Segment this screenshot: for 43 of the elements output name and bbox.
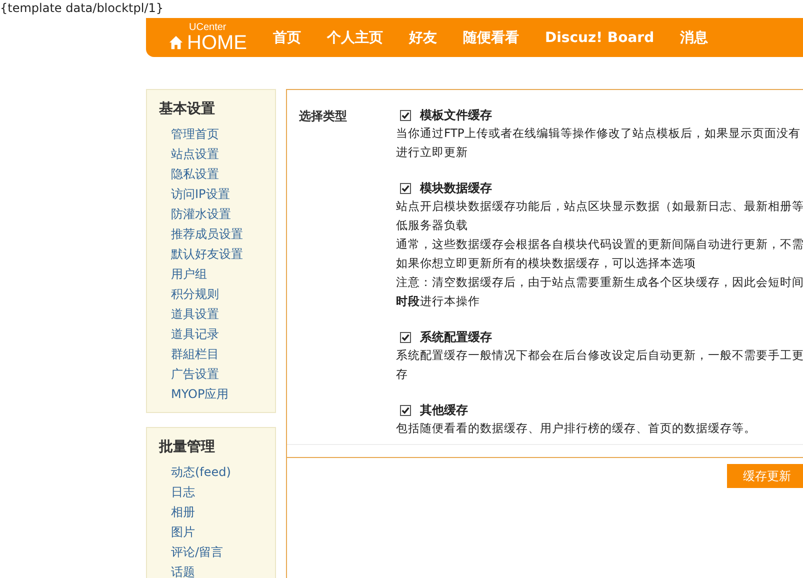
sidebar-link[interactable]: 评论/留言 bbox=[171, 542, 224, 562]
sidebar-link[interactable]: 道具记录 bbox=[171, 324, 219, 344]
option-title: 系统配置缓存 bbox=[420, 328, 492, 346]
option-description: 时段进行本操作 bbox=[396, 293, 480, 310]
option-description: 注意：清空数据缓存后，由于站点需要重新生成各个区块缓存，因此会短时间 bbox=[396, 274, 803, 291]
checkbox[interactable] bbox=[400, 332, 411, 342]
checkbox[interactable] bbox=[400, 404, 411, 416]
option-description: 低服务器负载 bbox=[396, 217, 468, 234]
sidebar-link[interactable]: 积分规则 bbox=[171, 284, 219, 304]
sidebar-link[interactable]: 推荐成员设置 bbox=[171, 224, 243, 244]
sidebar-link[interactable]: 管理首页 bbox=[171, 124, 219, 144]
option-description: 进行立即更新 bbox=[396, 144, 468, 161]
option-title: 模块数据缓存 bbox=[420, 180, 492, 196]
sidebar-link[interactable]: 图片 bbox=[171, 522, 195, 542]
house-icon bbox=[168, 34, 184, 50]
sidebar-link[interactable]: MYOP应用 bbox=[171, 384, 229, 404]
sidebar-heading: 基本设置 bbox=[159, 100, 216, 118]
option-title: 模板文件缓存 bbox=[420, 106, 492, 124]
sidebar-link[interactable]: 动态(feed) bbox=[171, 462, 231, 482]
option-description: 如果你想立即更新所有的模块数据缓存，可以选择本选项 bbox=[396, 255, 696, 272]
sidebar-link[interactable]: 相册 bbox=[171, 502, 195, 522]
sidebar-heading: 批量管理 bbox=[159, 438, 216, 456]
sidebar-link[interactable]: 群組栏目 bbox=[171, 344, 219, 364]
sidebar-link[interactable]: 用户组 bbox=[171, 264, 207, 284]
template-tag: {template data/blocktpl/1} bbox=[0, 0, 164, 18]
checkbox[interactable] bbox=[400, 182, 411, 194]
sidebar-link[interactable]: 日志 bbox=[171, 482, 195, 502]
sidebar-link[interactable]: 访问IP设置 bbox=[171, 184, 230, 204]
option-description: 系统配置缓存一般情况下都会在后台修改设定后自动更新，一般不需要手工更 bbox=[396, 347, 803, 364]
field-label: 选择类型 bbox=[299, 108, 348, 125]
option-description: 包括随便看看的数据缓存、用户排行榜的缓存、首页的数据缓存等。 bbox=[396, 420, 756, 437]
logo-subtitle: UCenter bbox=[189, 22, 226, 32]
checkbox[interactable] bbox=[400, 110, 411, 120]
option-description: 存 bbox=[396, 366, 408, 383]
option-description: 当你通过FTP上传或者在线编辑等操作修改了站点模板后，如果显示页面没有 bbox=[396, 125, 800, 142]
sidebar-link[interactable]: 隐私设置 bbox=[171, 164, 219, 184]
sidebar-link[interactable]: 广告设置 bbox=[171, 364, 219, 384]
sidebar-link[interactable]: 默认好友设置 bbox=[171, 244, 243, 264]
sidebar-link[interactable]: 防灌水设置 bbox=[171, 204, 231, 224]
option-title: 其他缓存 bbox=[420, 402, 468, 418]
sidebar-link[interactable]: 站点设置 bbox=[171, 144, 219, 164]
sidebar-link[interactable]: 话题 bbox=[171, 562, 195, 578]
sidebar-link[interactable]: 道具设置 bbox=[171, 304, 219, 324]
